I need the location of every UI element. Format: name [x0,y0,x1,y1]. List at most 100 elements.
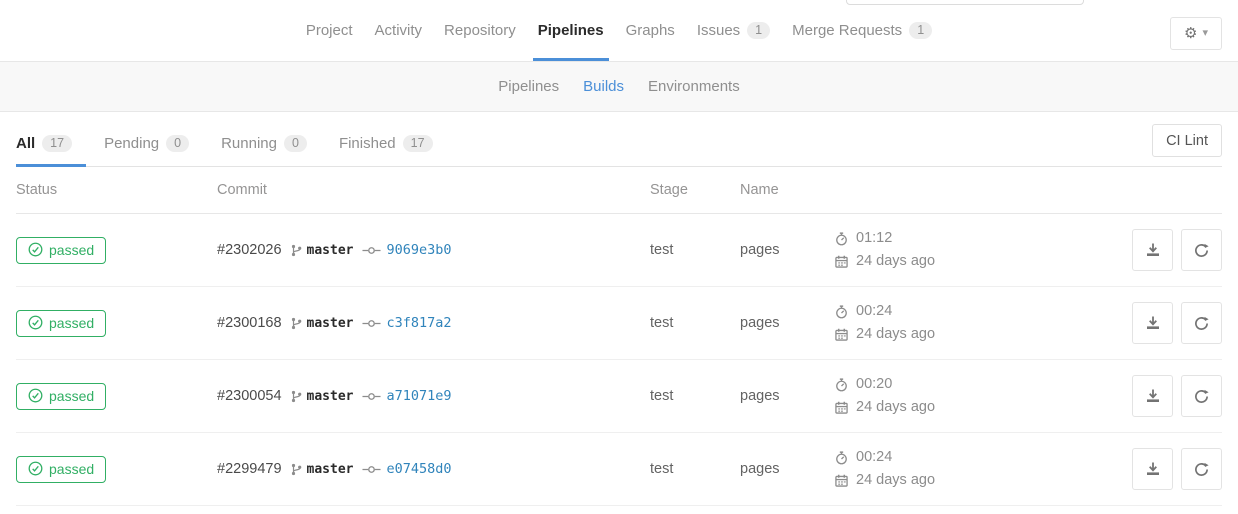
time-cell: 00:24 24 days ago [835,446,1122,492]
name-cell: pages [740,460,835,478]
retry-icon [1194,316,1209,331]
tab-label: Finished [339,135,396,152]
duration-line: 00:24 [835,300,1122,323]
nav-item-issues[interactable]: Issues 1 [686,0,781,61]
commit-sha: c3f817a2 [386,315,451,331]
builds-table-header: Status Commit Stage Name [16,167,1222,214]
tab-running-count: 0 [284,135,307,152]
branch-icon [291,463,302,476]
nav-item-project[interactable]: Project [295,0,364,61]
duration-label: 00:20 [856,373,892,396]
time-cell: 00:24 24 days ago [835,300,1122,346]
tab-finished[interactable]: Finished 17 [339,135,447,166]
subnav-label: Environments [648,78,740,95]
header-name: Name [740,182,835,198]
duration-label: 00:24 [856,300,892,323]
builds-table-body: passed #2302026 master [16,214,1222,506]
branch-icon [291,244,302,257]
name-cell: pages [740,241,835,259]
commit-sha: e07458d0 [386,461,451,477]
stage-label: test [650,242,673,258]
status-badge[interactable]: passed [16,383,106,410]
nav-item-graphs[interactable]: Graphs [615,0,686,61]
retry-build-button[interactable] [1181,375,1222,417]
stage-cell: test [650,241,740,259]
build-name-link[interactable]: pages [740,461,780,477]
subnav-item-builds[interactable]: Builds [571,78,636,95]
download-icon [1145,388,1161,404]
build-name-link[interactable]: pages [740,315,780,331]
retry-build-button[interactable] [1181,302,1222,344]
nav-item-merge-requests[interactable]: Merge Requests 1 [781,0,943,61]
actions-cell [1122,302,1222,344]
finished-label: 24 days ago [856,396,935,419]
status-label: passed [49,388,94,404]
download-artifacts-button[interactable] [1132,229,1173,271]
retry-build-button[interactable] [1181,448,1222,490]
build-id-link[interactable]: #2300054 [217,388,282,404]
tab-label: All [16,135,35,152]
commit-sha-link[interactable]: e07458d0 [362,461,451,477]
build-id-link[interactable]: #2299479 [217,461,282,477]
download-artifacts-button[interactable] [1132,448,1173,490]
status-badge[interactable]: passed [16,310,106,337]
download-icon [1145,461,1161,477]
status-label: passed [49,461,94,477]
tab-pending[interactable]: Pending 0 [104,135,203,166]
duration-line: 00:24 [835,446,1122,469]
project-header: Project Activity Repository Pipelines Gr… [0,0,1238,62]
nav-label: Graphs [626,22,675,39]
subnav-item-pipelines[interactable]: Pipelines [486,78,571,95]
ci-lint-button[interactable]: CI Lint [1152,124,1222,157]
build-id-link[interactable]: #2300168 [217,315,282,331]
commit-icon [362,319,381,328]
stage-cell: test [650,314,740,332]
status-badge[interactable]: passed [16,237,106,264]
status-badge[interactable]: passed [16,456,106,483]
retry-build-button[interactable] [1181,229,1222,271]
check-circle-icon [28,242,43,257]
tab-all[interactable]: All 17 [16,135,86,166]
stage-label: test [650,461,673,477]
nav-item-pipelines[interactable]: Pipelines [527,0,615,61]
ref-link[interactable]: master [291,389,354,404]
nav-label: Merge Requests [792,22,902,39]
ref-link[interactable]: master [291,316,354,331]
build-id-link[interactable]: #2302026 [217,242,282,258]
finished-line: 24 days ago [835,469,1122,492]
branch-icon [291,390,302,403]
commit-sha-link[interactable]: a71071e9 [362,388,451,404]
builds-table: Status Commit Stage Name passed #2302026 [16,167,1222,506]
build-name-link[interactable]: pages [740,388,780,404]
download-artifacts-button[interactable] [1132,302,1173,344]
settings-dropdown-button[interactable]: ⚙ ▾ [1170,17,1222,50]
nav-item-repository[interactable]: Repository [433,0,527,61]
commit-sha-link[interactable]: 9069e3b0 [362,242,451,258]
ref-link[interactable]: master [291,462,354,477]
retry-icon [1194,243,1209,258]
retry-icon [1194,389,1209,404]
check-circle-icon [28,388,43,403]
commit-cell: #2300168 master [217,315,650,331]
nav-item-activity[interactable]: Activity [364,0,434,61]
tab-running[interactable]: Running 0 [221,135,321,166]
commit-sha: 9069e3b0 [386,242,451,258]
subnav-item-environments[interactable]: Environments [636,78,752,95]
build-name-link[interactable]: pages [740,242,780,258]
duration-line: 01:12 [835,227,1122,250]
time-cell: 01:12 24 days ago [835,227,1122,273]
status-cell: passed [16,310,217,337]
caret-down-icon: ▾ [1202,28,1208,39]
nav-label: Project [306,22,353,39]
build-filter-tabs: All 17 Pending 0 Running 0 Finished 17 [16,112,1222,167]
duration-label: 00:24 [856,446,892,469]
download-artifacts-button[interactable] [1132,375,1173,417]
commit-sha-link[interactable]: c3f817a2 [362,315,451,331]
ref-name: master [307,316,354,331]
tab-finished-count: 17 [403,135,433,152]
ref-link[interactable]: master [291,243,354,258]
branch-icon [291,317,302,330]
gear-icon: ⚙ [1184,26,1197,41]
name-cell: pages [740,314,835,332]
actions-cell [1122,229,1222,271]
